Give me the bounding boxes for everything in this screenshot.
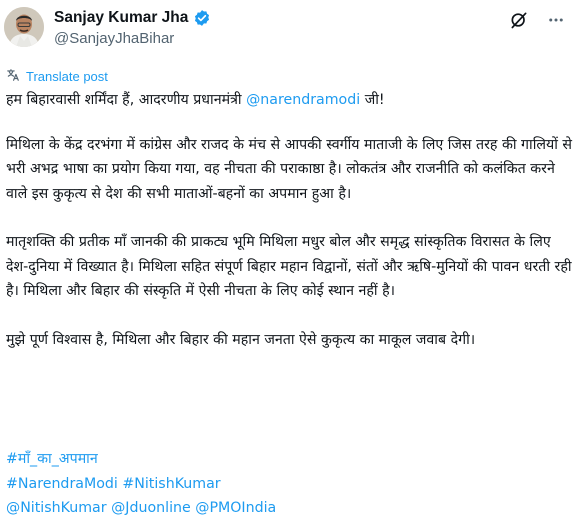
author-name-row[interactable]: Sanjay Kumar Jha [54, 9, 211, 27]
more-icon[interactable] [547, 11, 565, 29]
author-handle[interactable]: @SanjayJhaBihar [54, 30, 174, 47]
mention-jduonline[interactable]: @Jduonline [111, 500, 191, 516]
tweet-actions [509, 10, 565, 30]
mention-pmoindia[interactable]: @PMOIndia [195, 500, 276, 516]
translate-icon [6, 67, 20, 86]
mention-narendramodi[interactable]: @narendramodi [246, 92, 360, 108]
tweet-paragraph-2: मातृशक्ति की प्रतीक माँ जानकी की प्राकट्… [6, 234, 572, 299]
hashtag-maa-ka-apmaan[interactable]: #माँ_का_अपमान [6, 451, 98, 467]
hashtag-nitishkumar[interactable]: #NitishKumar [122, 476, 220, 492]
greeting-suffix: जी! [360, 92, 385, 108]
avatar[interactable] [4, 7, 44, 47]
greeting-prefix: हम बिहारवासी शर्मिंदा हैं, आदरणीय प्रधान… [6, 92, 247, 108]
tweet-text: हम बिहारवासी शर्मिंदा हैं, आदरणीय प्रधान… [6, 88, 572, 376]
tweet-paragraph-3: मुझे पूर्ण विश्वास है, मिथिला और बिहार क… [6, 331, 476, 348]
translate-post[interactable]: Translate post [6, 67, 108, 86]
author-name[interactable]: Sanjay Kumar Jha [54, 9, 188, 27]
hashtag-narendramodi[interactable]: #NarendraModi [6, 476, 118, 492]
mention-nitishkumar[interactable]: @NitishKumar [6, 500, 107, 516]
tweet-paragraph-1: मिथिला के केंद्र दरभंगा में कांग्रेस और … [6, 136, 572, 202]
tweet-greeting: हम बिहारवासी शर्मिंदा हैं, आदरणीय प्रधान… [6, 88, 572, 113]
tweet-card: Sanjay Kumar Jha @SanjayJhaBihar Transla… [0, 0, 579, 524]
translate-label[interactable]: Translate post [26, 69, 108, 84]
verified-badge-icon [193, 9, 211, 27]
tweet-tags: #माँ_का_अपमान #NarendraModi #NitishKumar… [6, 447, 276, 521]
grok-icon[interactable] [509, 10, 529, 30]
